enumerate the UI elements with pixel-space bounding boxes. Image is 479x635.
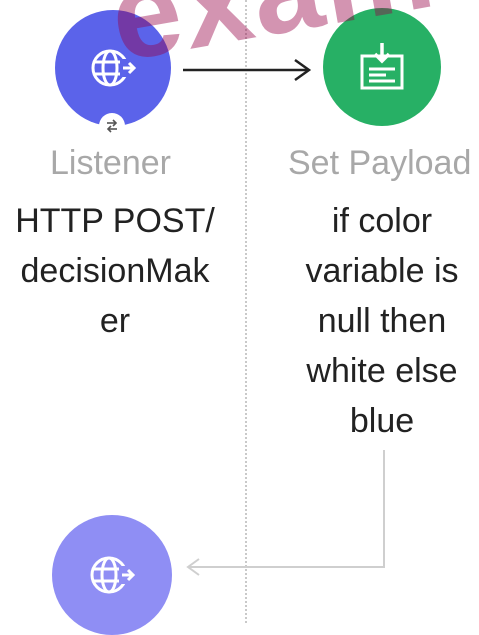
set-payload-description-line: variable is	[305, 252, 459, 290]
flow-divider	[245, 0, 247, 623]
listener-description-line: HTTP POST/	[15, 202, 215, 240]
flow-canvas: Listener Set Payload HTTP POST/ decision…	[0, 0, 479, 635]
set-payload-description: if color variable is null then white els…	[282, 196, 479, 446]
set-payload-description-line: if color	[331, 202, 433, 240]
payload-download-icon	[360, 43, 404, 90]
set-payload-type-label: Set Payload	[288, 144, 472, 182]
globe-arrow-icon	[91, 49, 138, 87]
set-payload-node[interactable]	[323, 8, 441, 126]
response-node[interactable]	[52, 515, 172, 635]
reconnect-arrows-icon	[99, 113, 125, 139]
globe-arrow-icon	[90, 556, 137, 594]
listener-description-line: er	[99, 302, 131, 340]
listener-description: HTTP POST/ decisionMak er	[0, 196, 230, 346]
set-payload-description-line: white else	[306, 352, 458, 390]
connector-return-to-response	[186, 450, 385, 576]
listener-description-line: decisionMak	[20, 252, 210, 290]
set-payload-description-line: null then	[317, 302, 447, 340]
listener-type-label: Listener	[50, 144, 171, 182]
listener-node[interactable]	[55, 10, 171, 126]
set-payload-description-line: blue	[349, 402, 415, 440]
